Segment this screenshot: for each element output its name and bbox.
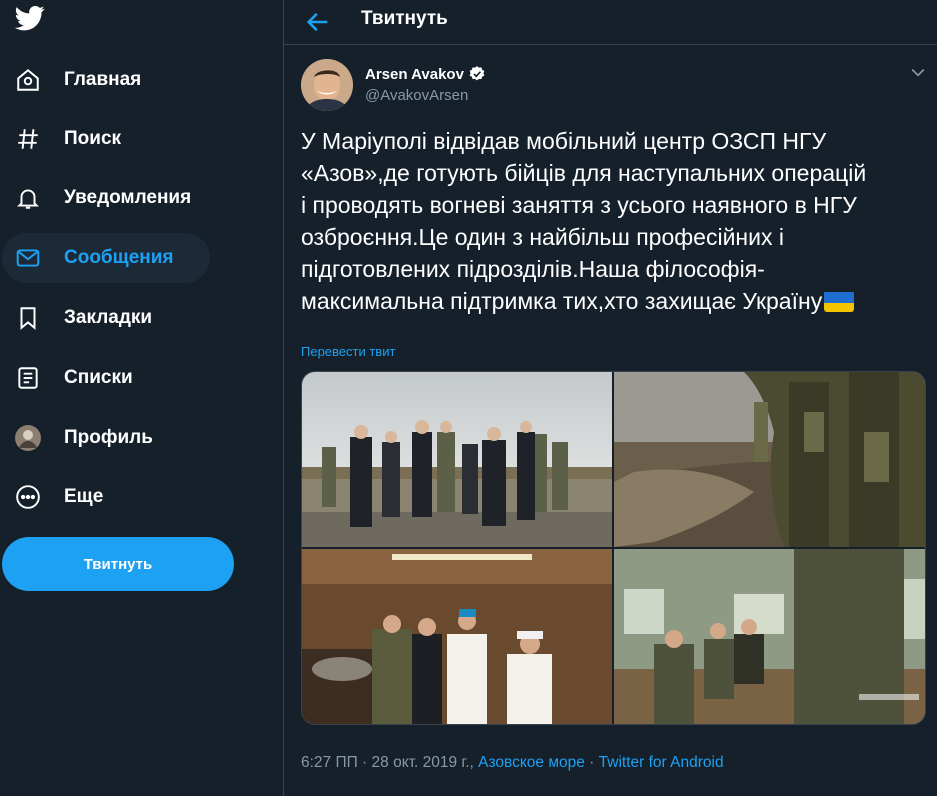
chevron-down-icon[interactable] (908, 62, 928, 82)
hashtag-icon (14, 125, 42, 153)
nav-item-profile[interactable]: Профиль (2, 413, 165, 463)
meta-separator: · (589, 754, 595, 771)
tweet-button[interactable]: Твитнуть (2, 537, 234, 591)
media-photo-2[interactable] (614, 372, 925, 547)
avatar[interactable] (301, 59, 353, 111)
tweet-timestamp[interactable]: 6:27 ПП · 28 окт. 2019 г., (301, 754, 474, 771)
nav-item-notifications[interactable]: Уведомления (2, 173, 203, 223)
back-arrow-icon[interactable] (304, 8, 332, 36)
media-photo-3[interactable] (302, 549, 612, 724)
home-icon (14, 66, 42, 94)
author-handle[interactable]: @AvakovArsen (365, 87, 468, 104)
profile-avatar-icon (14, 424, 42, 452)
media-photo-1[interactable] (302, 372, 612, 547)
verified-badge-icon (469, 66, 485, 81)
media-photo-4[interactable] (614, 549, 925, 724)
nav-item-label: Списки (64, 367, 133, 388)
nav-item-messages[interactable]: Сообщения (2, 233, 210, 283)
nav-item-label: Поиск (64, 128, 122, 149)
tweet-text-line: У Маріуполі відвідав мобільний центр ОЗС… (301, 128, 827, 154)
tweet-text: У Маріуполі відвідав мобільний центр ОЗС… (301, 125, 921, 317)
author-name-text: Arsen Avakov (365, 65, 464, 83)
nav-item-lists[interactable]: Списки (2, 353, 145, 403)
tweet-text-last-line: максимальна підтримка тих,хто захищає Ук… (301, 285, 921, 317)
nav-item-label: Главная (64, 69, 142, 90)
nav-item-bookmarks[interactable]: Закладки (2, 293, 164, 343)
nav-item-label: Закладки (64, 307, 153, 328)
tweet-text-line: максимальна підтримка тих,хто захищає Ук… (301, 288, 823, 314)
page-title: Твитнуть (361, 8, 448, 29)
nav-item-label: Сообщения (64, 247, 174, 268)
sidebar: Главная Поиск Уведомления Сообщения Закл… (0, 0, 283, 796)
tweet-text-line: озброєння.Це один з найбільш професійних… (301, 224, 784, 250)
mail-icon (14, 244, 42, 272)
nav-item-search[interactable]: Поиск (2, 114, 133, 164)
tweet-location-link[interactable]: Азовское море (478, 754, 585, 771)
nav-item-label: Уведомления (64, 187, 192, 208)
tweet-text-line: «Азов»,де готують бійців для наступальни… (301, 160, 867, 186)
nav-item-label: Еще (64, 486, 104, 507)
tweet-text-line: підготовлених підрозділів.Наша філософія… (301, 256, 765, 282)
tweet-meta: 6:27 ПП · 28 окт. 2019 г., Азовское море… (301, 754, 724, 772)
ukraine-flag-icon (824, 290, 855, 312)
translate-tweet-link[interactable]: Перевести твит (301, 344, 395, 359)
header: Твитнуть (284, 0, 937, 45)
tweet-source-link[interactable]: Twitter for Android (599, 754, 724, 771)
nav-item-more[interactable]: Еще (2, 472, 115, 522)
main-column: Твитнуть Arsen Avakov @AvakovArsen У Мар… (283, 0, 937, 796)
tweet-text-line: і проводять вогневі заняття з усього ная… (301, 192, 857, 218)
more-icon (14, 483, 42, 511)
bookmark-icon (14, 304, 42, 332)
nav-item-home[interactable]: Главная (2, 55, 153, 105)
nav-item-label: Профиль (64, 427, 153, 448)
bell-icon (14, 184, 42, 212)
twitter-logo-icon[interactable] (12, 3, 48, 33)
list-icon (14, 364, 42, 392)
author-name[interactable]: Arsen Avakov (365, 65, 486, 83)
media-grid (301, 371, 926, 725)
